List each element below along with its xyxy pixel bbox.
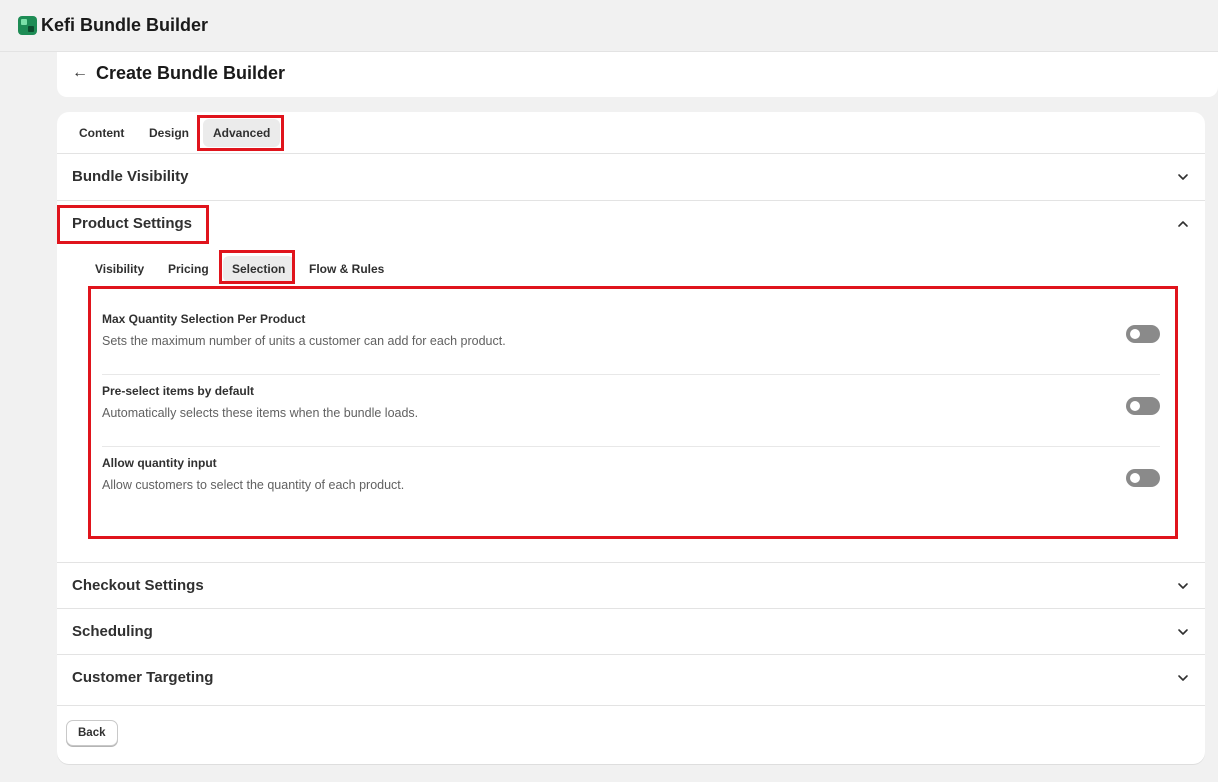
subtab-flow-rules[interactable]: Flow & Rules [300, 256, 393, 282]
tab-design[interactable]: Design [139, 119, 199, 147]
setting-allow-quantity-input: Allow quantity input Allow customers to … [102, 434, 1160, 506]
toggle-knob [1130, 473, 1140, 483]
chevron-down-icon[interactable] [1176, 625, 1190, 639]
app-title: Kefi Bundle Builder [41, 15, 209, 35]
setting-preselect-items: Pre-select items by default Automaticall… [102, 362, 1160, 434]
section-bundle-visibility[interactable]: Bundle Visibility [72, 168, 188, 185]
page-header: ← Create Bundle Builder [57, 52, 1218, 97]
setting-description: Allow customers to select the quantity o… [102, 478, 405, 492]
tab-content[interactable]: Content [69, 119, 134, 147]
setting-max-quantity: Max Quantity Selection Per Product Sets … [102, 290, 1160, 362]
chevron-down-icon[interactable] [1176, 671, 1190, 685]
divider [57, 200, 1205, 201]
subtab-visibility[interactable]: Visibility [86, 256, 153, 282]
setting-description: Automatically selects these items when t… [102, 406, 419, 420]
kefi-logo-icon [18, 16, 37, 35]
section-checkout-settings[interactable]: Checkout Settings [72, 577, 204, 594]
section-scheduling[interactable]: Scheduling [72, 623, 153, 640]
max-quantity-toggle[interactable] [1126, 325, 1160, 343]
preselect-items-toggle[interactable] [1126, 397, 1160, 415]
divider [57, 654, 1205, 655]
subtab-selection[interactable]: Selection [223, 256, 295, 282]
back-arrow-icon[interactable]: ← [72, 64, 88, 82]
chevron-down-icon[interactable] [1176, 579, 1190, 593]
setting-label: Allow quantity input [102, 456, 217, 470]
app-topbar: Kefi Bundle Builder [0, 0, 1218, 52]
allow-quantity-input-toggle[interactable] [1126, 469, 1160, 487]
divider [57, 608, 1205, 609]
divider [57, 562, 1205, 563]
back-button[interactable]: Back [66, 720, 118, 746]
setting-label: Pre-select items by default [102, 384, 255, 398]
chevron-up-icon[interactable] [1176, 217, 1190, 231]
divider [57, 705, 1205, 706]
page-title: Create Bundle Builder [96, 63, 286, 83]
section-customer-targeting[interactable]: Customer Targeting [72, 669, 213, 686]
chevron-down-icon[interactable] [1176, 170, 1190, 184]
toggle-knob [1130, 329, 1140, 339]
subtab-pricing[interactable]: Pricing [159, 256, 218, 282]
setting-description: Sets the maximum number of units a custo… [102, 334, 506, 348]
setting-label: Max Quantity Selection Per Product [102, 312, 306, 326]
builder-card: Content Design Advanced Bundle Visibilit… [57, 112, 1205, 764]
section-product-settings[interactable]: Product Settings [72, 215, 192, 232]
toggle-knob [1130, 401, 1140, 411]
tab-advanced[interactable]: Advanced [203, 119, 281, 147]
selection-settings-panel: Max Quantity Selection Per Product Sets … [92, 290, 1172, 534]
divider [57, 153, 1205, 154]
